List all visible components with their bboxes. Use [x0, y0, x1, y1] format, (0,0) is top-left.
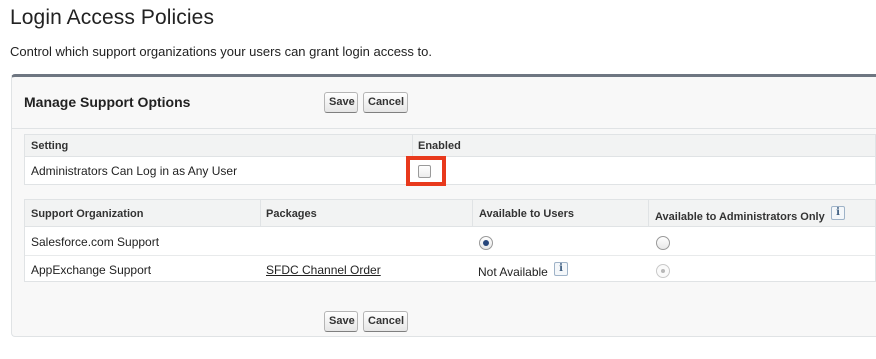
column-divider [260, 200, 261, 227]
support-org-name: AppExchange Support [31, 263, 152, 277]
support-org-name: Salesforce.com Support [31, 235, 160, 249]
column-divider [412, 135, 413, 157]
column-divider [648, 200, 649, 227]
setting-label: Administrators Can Log in as Any User [31, 164, 238, 178]
cancel-button-bottom[interactable]: Cancel [363, 311, 408, 332]
row-divider [25, 255, 875, 256]
settings-table-header: Setting Enabled [25, 135, 875, 157]
header-available-users: Available to Users [479, 208, 574, 220]
admins-radio-salesforce[interactable] [656, 236, 670, 250]
manage-support-panel: Manage Support Options Save Cancel Setti… [11, 74, 876, 337]
header-support-org: Support Organization [31, 208, 144, 220]
users-radio-salesforce[interactable] [479, 236, 493, 250]
header-packages: Packages [266, 208, 317, 220]
info-icon[interactable]: i [831, 206, 845, 220]
settings-table: Setting Enabled Administrators Can Log i… [24, 134, 876, 186]
header-available-admins: Available to Administrators Only [655, 211, 825, 223]
info-icon[interactable]: i [554, 262, 568, 276]
not-available-text: Not Available [478, 265, 548, 279]
page-title: Login Access Policies [10, 6, 215, 29]
panel-title: Manage Support Options [24, 94, 191, 110]
admin-login-checkbox[interactable] [418, 165, 431, 178]
column-divider [472, 200, 473, 227]
support-orgs-table: Support Organization Packages Available … [24, 199, 876, 282]
cancel-button-top[interactable]: Cancel [363, 92, 408, 113]
save-button-top[interactable]: Save [324, 92, 358, 113]
header-enabled: Enabled [418, 140, 461, 152]
save-button-bottom[interactable]: Save [324, 311, 358, 332]
package-link[interactable]: SFDC Channel Order [266, 263, 381, 277]
panel-header: Manage Support Options Save Cancel [12, 77, 876, 129]
support-table-header: Support Organization Packages Available … [25, 200, 875, 227]
header-setting: Setting [31, 140, 69, 152]
page-description: Control which support organizations your… [10, 44, 432, 59]
admins-radio-appexchange [656, 264, 670, 278]
